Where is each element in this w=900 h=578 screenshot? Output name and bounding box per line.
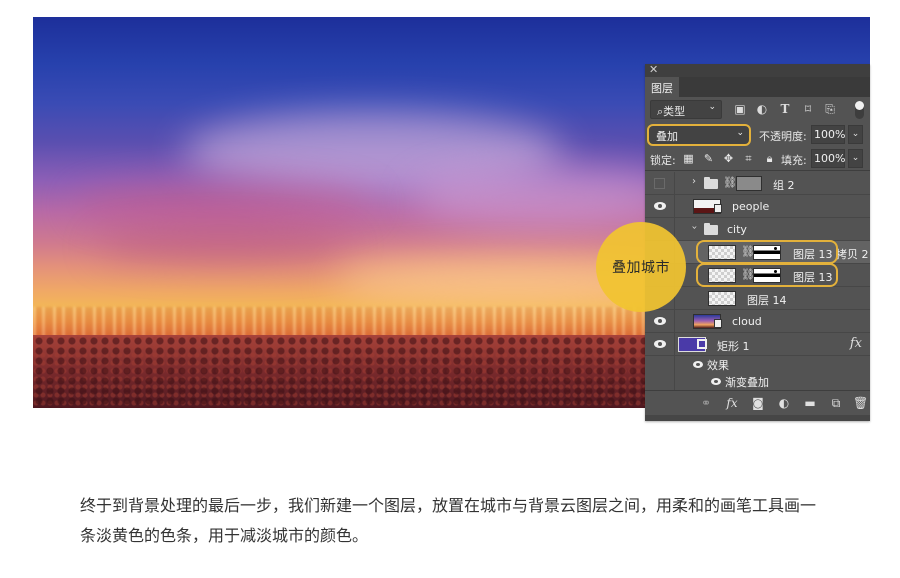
opacity-dropdown-button[interactable]: ⌄ xyxy=(848,125,863,144)
layer-mask-thumbnail xyxy=(753,245,781,260)
filter-kind-select[interactable]: ⌕类型 ⌄ xyxy=(650,100,722,119)
fill-label: 填充: xyxy=(781,154,807,167)
layer-row[interactable]: people xyxy=(645,195,870,218)
layer-row[interactable]: cloud xyxy=(645,310,870,333)
eye-icon[interactable] xyxy=(654,202,666,210)
visibility-column xyxy=(645,374,675,390)
delete-layer-icon[interactable]: 🗑︎ xyxy=(853,396,868,410)
layer-name: people xyxy=(732,200,770,213)
link-layers-icon[interactable]: ⚭ xyxy=(699,396,713,410)
visibility-column xyxy=(645,195,675,217)
chevron-down-icon: ⌄ xyxy=(708,102,716,112)
panel-bottom-strip xyxy=(645,415,870,421)
filter-row: ⌕类型 ⌄ ▣ ◐ T ⌑ ⎘ xyxy=(645,98,870,123)
visibility-column xyxy=(645,333,675,355)
cloud-shape xyxy=(93,232,353,262)
tab-layers-label: 图层 xyxy=(651,82,673,95)
lock-all-icon[interactable]: 🔒︎ xyxy=(763,152,776,165)
eye-icon[interactable] xyxy=(693,361,703,368)
blend-row: 叠加 ⌄ 不透明度: 100% ⌄ xyxy=(645,123,870,147)
group-mask-thumbnail xyxy=(736,176,762,191)
shape-filter-icon[interactable]: ⌑ xyxy=(801,102,815,116)
layer-name: 组 2 xyxy=(773,179,795,192)
fill-dropdown-button[interactable]: ⌄ xyxy=(848,149,863,168)
lock-transparent-pixels-icon[interactable]: ▦ xyxy=(682,152,695,165)
cloud-shape xyxy=(73,182,373,227)
visibility-column xyxy=(645,356,675,374)
eye-icon[interactable] xyxy=(654,317,666,325)
opacity-value: 100% xyxy=(814,128,846,141)
blend-mode-value: 叠加 xyxy=(656,130,678,143)
effects-label: 效果 xyxy=(707,359,729,372)
layer-row[interactable]: › city xyxy=(645,218,870,241)
effect-row[interactable]: 渐变叠加 xyxy=(645,374,870,390)
article-paragraph: 终于到背景处理的最后一步，我们新建一个图层，放置在城市与背景云图层之间，用柔和的… xyxy=(80,496,817,545)
tab-layers[interactable]: 图层 xyxy=(645,77,679,97)
panel-footer: ⚭ fx ◙ ◐ ▬ ⧉ 🗑︎ xyxy=(645,390,870,415)
layer-thumbnail xyxy=(708,291,736,306)
folder-icon xyxy=(704,177,718,189)
layer-row[interactable]: › ⛓ 组 2 xyxy=(645,172,870,195)
adjustment-filter-icon[interactable]: ◐ xyxy=(755,102,769,116)
new-group-icon[interactable]: ▬ xyxy=(803,396,817,410)
eye-icon[interactable] xyxy=(711,378,721,385)
lock-position-icon[interactable]: ✥ xyxy=(722,152,735,165)
layer-name: 图层 13 拷贝 2 xyxy=(793,248,869,261)
new-layer-icon[interactable]: ⧉ xyxy=(829,396,843,410)
layer-mask-thumbnail xyxy=(753,268,781,283)
layer-name: 图层 14 xyxy=(747,294,787,307)
effect-name: 渐变叠加 xyxy=(725,376,769,389)
shape-layer-icon xyxy=(697,339,707,349)
opacity-input[interactable]: 100% xyxy=(811,125,845,144)
close-icon[interactable]: ✕ xyxy=(649,63,658,76)
visibility-column xyxy=(645,310,675,332)
callout-text: 叠加城市 xyxy=(612,260,670,276)
folder-icon xyxy=(704,223,718,235)
chevron-down-icon: ⌄ xyxy=(736,128,744,138)
callout-bubble: 叠加城市 xyxy=(596,222,686,312)
effects-row[interactable]: 效果 xyxy=(645,356,870,374)
fx-icon[interactable]: fx xyxy=(850,336,862,351)
chevron-down-icon[interactable]: › xyxy=(689,226,700,230)
chevron-right-icon[interactable]: › xyxy=(692,176,696,187)
add-mask-icon[interactable]: ◙ xyxy=(751,396,765,410)
image-filter-icon[interactable]: ▣ xyxy=(733,102,747,116)
filter-kind-label: 类型 xyxy=(663,105,686,118)
cloud-shape xyxy=(413,167,673,227)
fx-icon[interactable]: fx xyxy=(725,396,739,410)
lock-row: 锁定: ▦ ✎ ✥ ⌗ 🔒︎ 填充: 100% ⌄ xyxy=(645,147,870,171)
blend-mode-select[interactable]: 叠加 ⌄ xyxy=(647,124,751,146)
adjustment-layer-icon[interactable]: ◐ xyxy=(777,396,791,410)
eye-icon[interactable] xyxy=(654,340,666,348)
panel-titlebar: ✕ xyxy=(645,63,870,77)
layer-thumbnail xyxy=(708,245,736,260)
fill-input[interactable]: 100% xyxy=(811,149,845,168)
smart-object-icon xyxy=(714,204,722,213)
layer-row[interactable]: 矩形 1 fx xyxy=(645,333,870,356)
lock-label: 锁定: xyxy=(650,154,676,167)
layer-name: city xyxy=(727,223,747,236)
smart-object-filter-icon[interactable]: ⎘ xyxy=(823,102,837,116)
panel-tabs: 图层 xyxy=(645,77,870,97)
visibility-column xyxy=(645,172,675,194)
layer-name: 图层 13 xyxy=(793,271,833,284)
filter-toggle-icon[interactable] xyxy=(855,101,864,119)
smart-object-icon xyxy=(714,319,722,328)
type-filter-icon[interactable]: T xyxy=(778,102,792,116)
opacity-label: 不透明度: xyxy=(759,130,807,143)
fill-value: 100% xyxy=(814,152,846,165)
layer-name: 矩形 1 xyxy=(717,340,750,353)
layer-name: cloud xyxy=(732,315,762,328)
visibility-toggle-off[interactable] xyxy=(654,178,665,189)
layer-thumbnail xyxy=(708,268,736,283)
link-icon: ⛓ xyxy=(723,176,737,189)
lock-image-pixels-icon[interactable]: ✎ xyxy=(702,152,715,165)
lock-artboard-icon[interactable]: ⌗ xyxy=(742,152,755,165)
